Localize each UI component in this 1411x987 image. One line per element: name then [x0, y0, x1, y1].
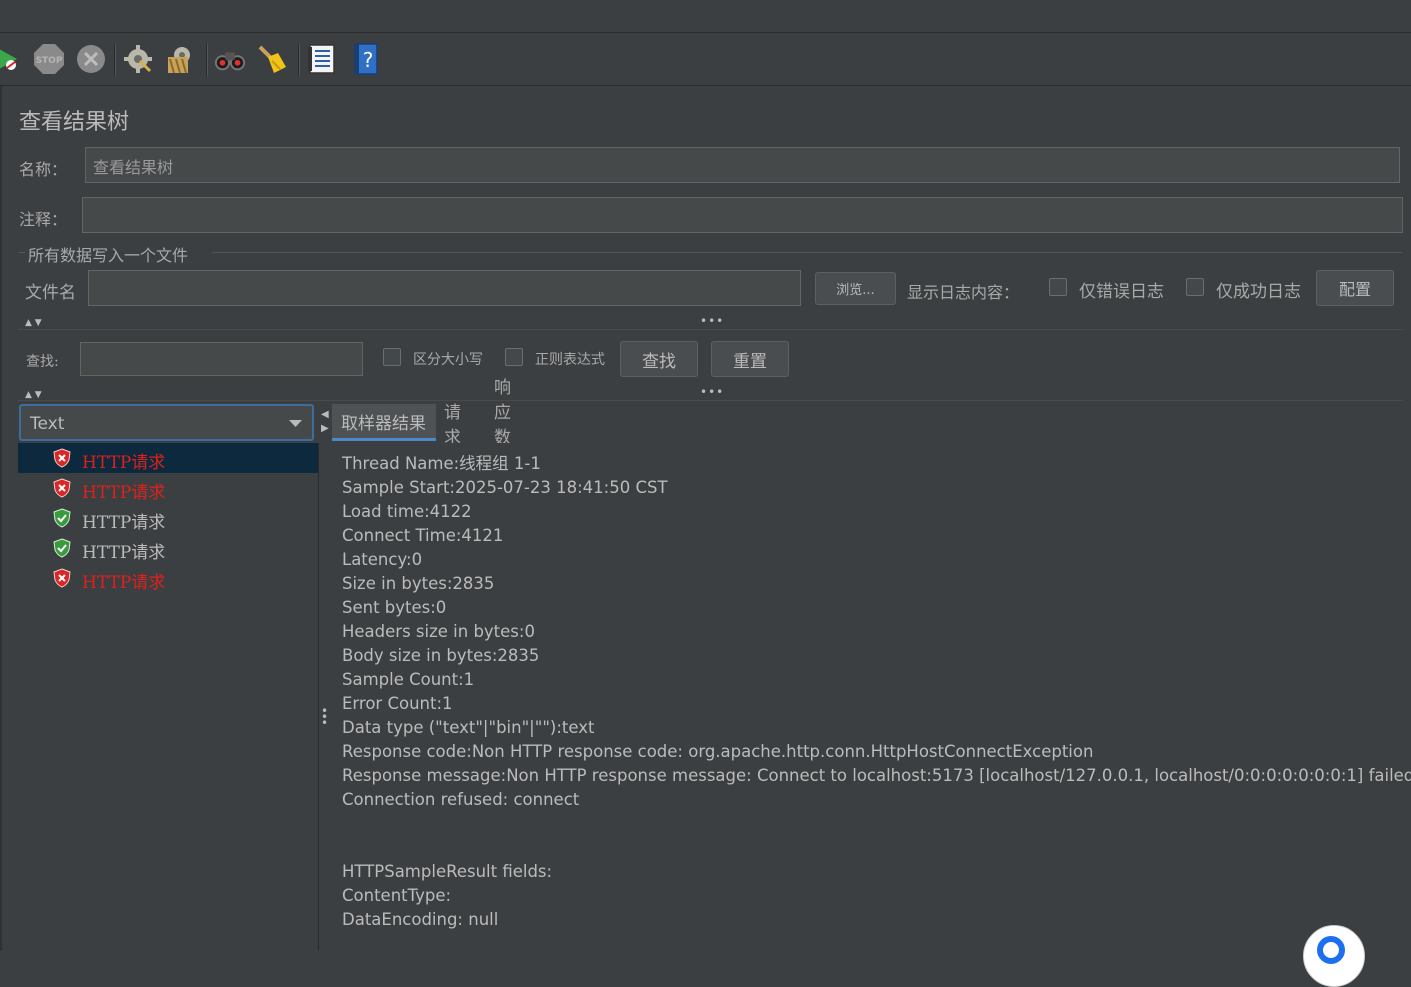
tab-response-data[interactable]: 响应数据 — [494, 378, 511, 473]
result-line: Connect Time:4121 — [342, 526, 504, 545]
filename-field[interactable] — [88, 270, 801, 306]
tree-item-label: HTTP请求 — [82, 573, 166, 593]
comment-label: 注释： — [19, 210, 68, 229]
shutdown-icon[interactable] — [75, 43, 107, 75]
vertical-splitter-handle[interactable]: • • • — [321, 705, 328, 729]
floating-assistant-icon[interactable] — [1303, 925, 1365, 987]
group-border-right — [212, 252, 1402, 253]
splitter-arrows-2[interactable]: ▲ ▼ — [25, 390, 42, 400]
page-title: 查看结果树 — [19, 110, 130, 135]
regex-label: 正则表达式 — [535, 352, 605, 368]
tree-item-label: HTTP请求 — [82, 483, 166, 503]
tree-item[interactable]: HTTP请求 — [18, 473, 318, 503]
result-line: Connection refused: connect — [342, 790, 580, 809]
renderer-select[interactable]: Text — [19, 404, 314, 441]
errors-only-checkbox[interactable] — [1049, 278, 1067, 296]
error-shield-icon — [52, 568, 72, 588]
result-content: Thread Name:线程组 1-1 Sample Start:2025-07-… — [334, 443, 1411, 951]
tree-item[interactable]: HTTP请求 — [18, 503, 318, 533]
tab-sampler-result[interactable]: 取样器结果 — [332, 404, 436, 441]
regex-checkbox[interactable] — [505, 348, 523, 366]
clear-icon[interactable] — [122, 43, 154, 75]
file-group-title: 所有数据写入一个文件 — [28, 246, 189, 265]
case-sensitive-checkbox[interactable] — [383, 348, 401, 366]
splitter-arrows-1[interactable]: ▲ ▼ — [25, 318, 42, 328]
success-shield-icon — [52, 508, 72, 528]
result-line: Latency:0 — [342, 550, 423, 569]
stop-icon[interactable]: STOP — [33, 43, 65, 75]
reset-button[interactable]: 重置 — [711, 341, 789, 377]
help-icon[interactable]: ? — [350, 43, 382, 75]
window-top-strip — [0, 0, 1411, 33]
result-line: Load time:4122 — [342, 502, 472, 521]
success-shield-icon — [52, 538, 72, 558]
tab-request[interactable]: 请求 — [444, 403, 461, 448]
renderer-select-value: Text — [30, 414, 65, 434]
result-line: Body size in bytes:2835 — [342, 646, 540, 665]
svg-text:?: ? — [363, 48, 374, 72]
result-line: Size in bytes:2835 — [342, 574, 495, 593]
result-line: ContentType: — [342, 886, 452, 905]
result-line: HTTPSampleResult fields: — [342, 862, 553, 881]
tree-item-label: HTTP请求 — [82, 453, 166, 473]
log-display-label: 显示日志内容： — [907, 283, 1020, 302]
case-sensitive-label: 区分大小写 — [413, 352, 483, 368]
toolbar: STOP ? — [0, 33, 1411, 86]
success-only-label: 仅成功日志 — [1216, 282, 1301, 302]
tree-item[interactable]: HTTP请求 — [18, 563, 318, 593]
name-label: 名称： — [19, 160, 68, 179]
success-only-checkbox[interactable] — [1186, 278, 1204, 296]
error-shield-icon — [52, 448, 72, 468]
search-label: 查找: — [26, 354, 59, 370]
reset-search-icon[interactable] — [256, 43, 288, 75]
result-line: Sample Start:2025-07-23 18:41:50 CST — [342, 478, 668, 497]
tree-item-label: HTTP请求 — [82, 513, 166, 533]
result-line: DataEncoding: null — [342, 910, 499, 929]
result-tree: HTTP请求 HTTP请求 HTTP请求 HTTP请求 HTTP请求 — [18, 443, 319, 951]
result-line: Response message:Non HTTP response messa… — [342, 766, 1411, 785]
splitter-handle-1[interactable]: ••• — [700, 314, 724, 328]
tree-item[interactable]: HTTP请求 — [18, 443, 318, 473]
browse-button[interactable]: 浏览... — [815, 272, 896, 305]
group-border-left — [19, 252, 25, 253]
result-line: Sent bytes:0 — [342, 598, 447, 617]
splitter-1 — [18, 329, 1403, 330]
configure-button[interactable]: 配置 — [1316, 270, 1394, 306]
file-label: 文件名 — [25, 283, 76, 303]
result-line: Headers size in bytes:0 — [342, 622, 535, 641]
name-field[interactable]: 查看结果树 — [85, 147, 1400, 183]
result-line: Sample Count:1 — [342, 670, 475, 689]
search-icon[interactable] — [214, 43, 246, 75]
collapse-arrows[interactable]: ◀ ▶ — [321, 408, 329, 436]
result-line: Data type ("text"|"bin"|""):text — [342, 718, 595, 737]
result-line: Response code:Non HTTP response code: or… — [342, 742, 1094, 761]
left-border — [0, 86, 2, 951]
function-helper-icon[interactable] — [306, 43, 338, 75]
tree-item-label: HTTP请求 — [82, 543, 166, 563]
search-input[interactable] — [80, 342, 363, 376]
result-line: Error Count:1 — [342, 694, 453, 713]
result-line: Thread Name:线程组 1-1 — [342, 454, 541, 473]
clear-all-icon[interactable] — [164, 43, 196, 75]
tree-item[interactable]: HTTP请求 — [18, 533, 318, 563]
chevron-down-icon — [289, 420, 302, 427]
error-shield-icon — [52, 478, 72, 498]
run-no-pause-icon[interactable] — [0, 43, 24, 75]
splitter-handle-2[interactable]: ••• — [700, 385, 724, 399]
comment-field[interactable] — [82, 197, 1403, 233]
svg-text:STOP: STOP — [36, 56, 63, 66]
splitter-2 — [18, 400, 1403, 401]
find-button[interactable]: 查找 — [620, 341, 698, 377]
errors-only-label: 仅错误日志 — [1079, 282, 1164, 302]
